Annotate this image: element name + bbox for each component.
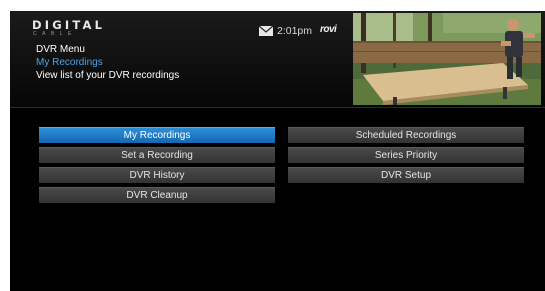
menu-description: View list of your DVR recordings (36, 70, 180, 81)
digital-cable-logo: DIGITAL CABLE (32, 19, 105, 37)
preview-scene (353, 13, 541, 105)
rovi-logo: rovi (320, 24, 337, 35)
menu-button-my-recordings[interactable]: My Recordings (39, 127, 275, 143)
tv-screen: DIGITAL CABLE DVR Menu My Recordings Vie… (10, 11, 545, 291)
live-tv-preview[interactable] (353, 13, 541, 105)
menu-button-scheduled-recordings[interactable]: Scheduled Recordings (288, 127, 524, 143)
logo-main-text: DIGITAL (32, 18, 106, 32)
selected-item-label: My Recordings (36, 57, 103, 68)
envelope-icon (259, 26, 273, 36)
menu-title: DVR Menu (36, 44, 85, 55)
header-bar: DIGITAL CABLE DVR Menu My Recordings Vie… (10, 11, 545, 108)
menu-button-dvr-cleanup[interactable]: DVR Cleanup (39, 187, 275, 203)
menu-button-dvr-setup[interactable]: DVR Setup (288, 167, 524, 183)
menu-button-series-priority[interactable]: Series Priority (288, 147, 524, 163)
menu-button-dvr-history[interactable]: DVR History (39, 167, 275, 183)
clock-time: 2:01pm (277, 25, 313, 37)
menu-button-set-a-recording[interactable]: Set a Recording (39, 147, 275, 163)
